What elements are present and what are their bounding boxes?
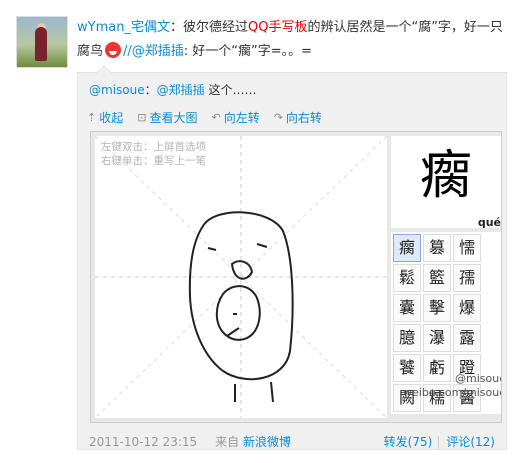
recognized-character: 瘸 <box>391 136 501 216</box>
candidate-cell: 露 <box>453 324 481 352</box>
candidate-cell: 擊 <box>423 294 451 322</box>
quote-body: 这个…… <box>204 83 257 97</box>
quote-sep: ： <box>144 83 157 97</box>
post-image[interactable]: 左键双击：上屏首选项 右键单击：重写上一笔 瘸 qué 瘸 篡 懦 鬆 籃 孺 … <box>90 131 502 423</box>
hint-line-1: 左键双击：上屏首选项 <box>101 141 206 153</box>
candidate-cell: 孺 <box>453 264 481 292</box>
quote-mention-link[interactable]: @郑插插 <box>157 83 205 97</box>
candidate-cell: 鬆 <box>393 264 421 292</box>
comment-link[interactable]: 评论(12) <box>446 435 495 449</box>
candidate-cell: 籃 <box>423 264 451 292</box>
view-large-label: 查看大图 <box>149 111 198 125</box>
canvas-hint: 左键双击：上屏首选项 右键单击：重写上一笔 <box>101 140 206 168</box>
timestamp-link[interactable]: 2011-10-12 23:15 <box>89 435 197 449</box>
rotate-right-icon: ↷ <box>273 111 283 124</box>
mention-link[interactable]: //@郑插插 <box>123 44 184 59</box>
avatar-figure <box>35 27 47 61</box>
rotate-left-button[interactable]: ↶ 向左转 <box>211 109 259 126</box>
image-toolbar: ⇡ 收起 ⊡ 查看大图 ↶ 向左转 ↷ 向右转 <box>87 109 322 126</box>
post-text-c: : 好一个“瘸”字=。。= <box>183 44 313 59</box>
watermark-user: @misoue <box>455 372 502 385</box>
qq-handwriting-link[interactable]: QQ手写板 <box>248 20 307 35</box>
view-large-button[interactable]: ⊡ 查看大图 <box>137 109 197 126</box>
author-link[interactable]: wYman_宅偶文 <box>77 20 170 35</box>
rotate-left-label: 向左转 <box>223 111 260 125</box>
quote-meta: 2011-10-12 23:15 来自 新浪微博 <box>89 433 291 450</box>
collapse-label: 收起 <box>99 111 124 125</box>
quote-arrow <box>96 65 112 73</box>
pinyin-label: qué <box>391 216 501 229</box>
collapse-icon: ⇡ <box>87 111 97 124</box>
candidate-cell: 瀑 <box>423 324 451 352</box>
from-label: 来自 <box>215 435 240 449</box>
zoom-icon: ⊡ <box>137 111 147 124</box>
hint-line-2: 右键单击：重写上一笔 <box>101 155 206 167</box>
laughing-emoji-icon <box>105 42 122 58</box>
rotate-right-label: 向右转 <box>285 111 322 125</box>
quote-actions: 转发(75) | 评论(12) <box>384 433 495 450</box>
author-avatar[interactable] <box>16 16 68 68</box>
handwriting-drawing <box>94 135 388 419</box>
post-colon: ： <box>169 20 183 35</box>
quoted-post: @misoue：@郑插插 这个…… ⇡ 收起 ⊡ 查看大图 ↶ 向左转 ↷ 向右转 左键… <box>77 65 507 450</box>
source-link[interactable]: 新浪微博 <box>243 435 291 449</box>
rotate-right-button[interactable]: ↷ 向右转 <box>274 109 322 126</box>
handwriting-canvas: 左键双击：上屏首选项 右键单击：重写上一笔 <box>94 135 388 419</box>
post-text: wYman_宅偶文：彼尔德经过QQ手写板的辨认居然是一个“腐”字，好一只腐鸟//… <box>77 16 505 64</box>
watermark: @misoue weibo.com/misoue <box>403 372 502 400</box>
divider: | <box>436 435 441 449</box>
candidate-cell: 囊 <box>393 294 421 322</box>
quoted-text: @misoue：@郑插插 这个…… <box>89 81 256 98</box>
quote-author-link[interactable]: @misoue <box>89 83 145 97</box>
candidate-cell: 懦 <box>453 234 481 262</box>
rotate-left-icon: ↶ <box>211 111 221 124</box>
candidate-cell: 篡 <box>423 234 451 262</box>
candidate-cell: 爆 <box>453 294 481 322</box>
candidate-cell: 臆 <box>393 324 421 352</box>
watermark-url: weibo.com/misoue <box>403 386 502 399</box>
collapse-button[interactable]: ⇡ 收起 <box>87 109 123 126</box>
forward-link[interactable]: 转发(75) <box>384 435 433 449</box>
post-text-a: 彼尔德经过 <box>182 20 248 35</box>
candidate-cell: 瘸 <box>393 234 421 262</box>
